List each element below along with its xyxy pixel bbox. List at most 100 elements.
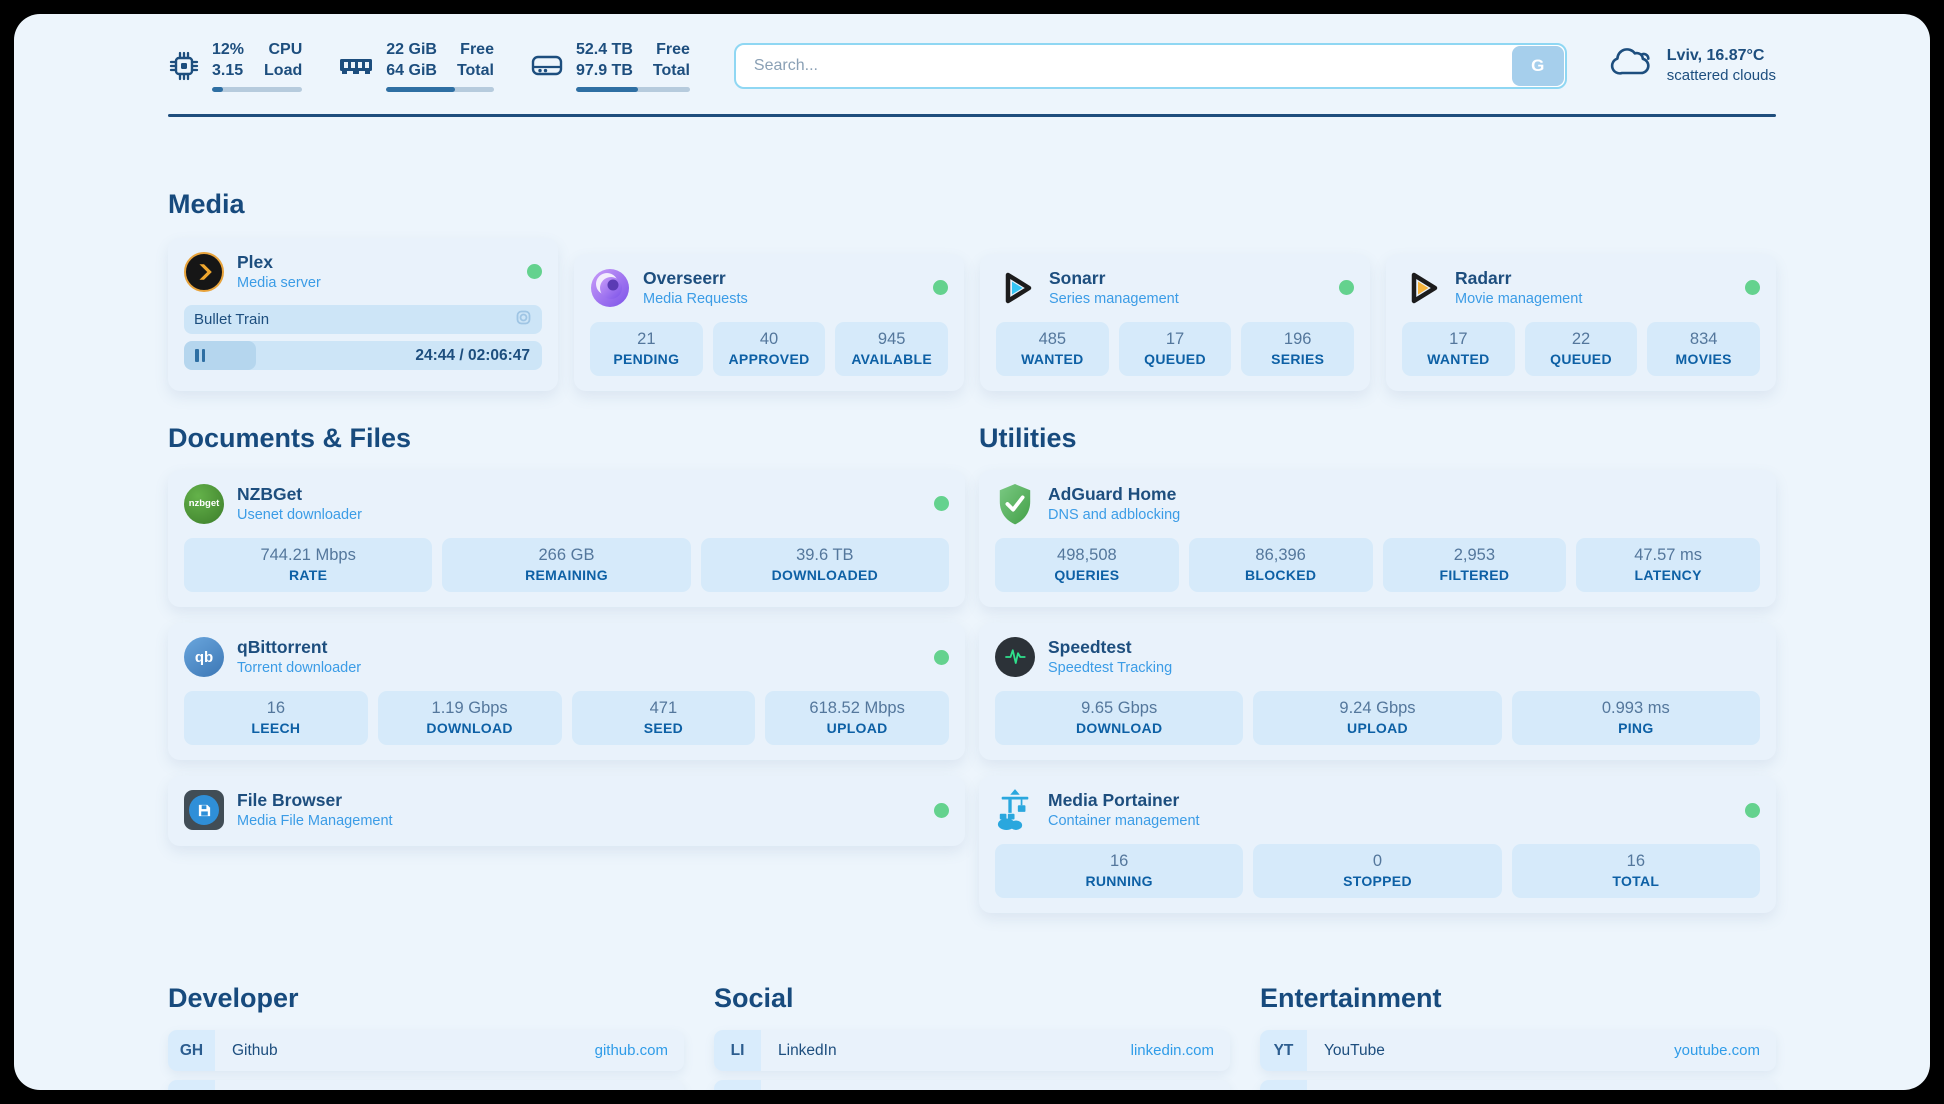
stat-box: 618.52 Mbps UPLOAD <box>765 691 949 745</box>
disk-free-value: 52.4 TB <box>576 40 633 61</box>
stat-label: BLOCKED <box>1191 567 1371 583</box>
top-bar: 12% 3.15 CPU Load <box>168 14 1776 92</box>
service-title: qBittorrent <box>237 636 361 659</box>
sonarr-icon <box>996 268 1036 308</box>
link-name: LinkedIn <box>778 1042 837 1060</box>
entertainment-column: Entertainment YT YouTube youtube.com NF … <box>1260 913 1776 1090</box>
stat-label: AVAILABLE <box>837 351 946 367</box>
bookmarks-grid: Developer GH Github github.com SO StackO… <box>168 913 1776 1090</box>
disk-total-label: Total <box>653 61 690 82</box>
service-card-sonarr[interactable]: Sonarr Series management 485 WANTED 17 Q… <box>980 254 1370 391</box>
memory-free-value: 22 GiB <box>386 40 437 61</box>
playback-progress-bar: 24:44 / 02:06:47 <box>184 341 542 370</box>
status-dot <box>1339 280 1354 295</box>
stat-value: 498,508 <box>997 546 1177 565</box>
memory-usage-progress <box>386 87 494 92</box>
cpu-label: CPU <box>268 40 302 61</box>
hardware-widgets: 12% 3.15 CPU Load <box>168 40 690 92</box>
link-row-netflix[interactable]: NF Netflix netflix.com <box>1260 1080 1776 1090</box>
dashboard-page: 12% 3.15 CPU Load <box>14 14 1930 1090</box>
stat-value: 40 <box>715 330 824 349</box>
service-card-qbittorrent[interactable]: qb qBittorrent Torrent downloader 16 LEE… <box>168 623 965 760</box>
stat-label: UPLOAD <box>1255 720 1499 736</box>
stat-label: QUEUED <box>1527 351 1636 367</box>
search-submit-button[interactable]: G <box>1512 46 1564 86</box>
stat-box: 9.24 Gbps UPLOAD <box>1253 691 1501 745</box>
adguard-icon <box>995 484 1035 524</box>
stat-box: 16 LEECH <box>184 691 368 745</box>
stat-box: 17 QUEUED <box>1119 322 1232 376</box>
stat-label: WANTED <box>998 351 1107 367</box>
weather-location: Lviv, 16.87°C <box>1667 45 1776 67</box>
stat-box: 40 APPROVED <box>713 322 826 376</box>
stat-value: 0 <box>1255 852 1499 871</box>
service-title: NZBGet <box>237 483 362 506</box>
link-row-linkedin[interactable]: LI LinkedIn linkedin.com <box>714 1030 1230 1071</box>
link-row-github[interactable]: GH Github github.com <box>168 1030 684 1071</box>
link-badge: GH <box>168 1030 215 1071</box>
stat-label: DOWNLOAD <box>380 720 560 736</box>
section-title-developer: Developer <box>168 983 684 1014</box>
service-card-filebrowser[interactable]: File Browser Media File Management <box>168 776 965 846</box>
section-title-media: Media <box>168 189 1776 220</box>
service-title: Media Portainer <box>1048 789 1200 812</box>
stat-box: 16 TOTAL <box>1512 844 1760 898</box>
stat-box: 47.57 ms LATENCY <box>1576 538 1760 592</box>
now-playing-title: Bullet Train <box>194 311 269 328</box>
stat-value: 2,953 <box>1385 546 1565 565</box>
service-subtitle: Media File Management <box>237 812 393 831</box>
status-dot <box>527 264 542 279</box>
search-bar: G <box>734 43 1567 89</box>
memory-total-value: 64 GiB <box>386 61 437 82</box>
service-title: Plex <box>237 251 321 274</box>
link-row-stackoverflow[interactable]: SO StackOverflow stackoverflow.com <box>168 1080 684 1090</box>
service-title: Sonarr <box>1049 267 1179 290</box>
stat-label: MOVIES <box>1649 351 1758 367</box>
stat-value: 266 GB <box>444 546 688 565</box>
disk-usage-progress <box>576 87 690 92</box>
search-input[interactable] <box>734 43 1567 89</box>
service-card-nzbget[interactable]: nzbget NZBGet Usenet downloader 744.21 M… <box>168 470 965 607</box>
stat-value: 39.6 TB <box>703 546 947 565</box>
utilities-column: Utilities AdGuard Home <box>979 391 1776 914</box>
service-card-portainer[interactable]: Media Portainer Container management 16 … <box>979 776 1776 913</box>
service-title: AdGuard Home <box>1048 483 1180 506</box>
stat-value: 16 <box>186 699 366 718</box>
service-card-radarr[interactable]: Radarr Movie management 17 WANTED 22 QUE… <box>1386 254 1776 391</box>
link-badge: LI <box>714 1030 761 1071</box>
service-title: Overseerr <box>643 267 748 290</box>
section-title-social: Social <box>714 983 1230 1014</box>
link-row-youtube[interactable]: YT YouTube youtube.com <box>1260 1030 1776 1071</box>
weather-condition: scattered clouds <box>1667 66 1776 86</box>
stat-value: 17 <box>1121 330 1230 349</box>
service-subtitle: Series management <box>1049 290 1179 309</box>
stat-label: DOWNLOADED <box>703 567 947 583</box>
link-row-twitter[interactable]: TW Twitter twitter.com <box>714 1080 1230 1090</box>
service-card-plex[interactable]: Plex Media server Bullet Train 24:4 <box>168 238 558 391</box>
section-title-entertainment: Entertainment <box>1260 983 1776 1014</box>
service-title: File Browser <box>237 789 393 812</box>
stat-value: 17 <box>1404 330 1513 349</box>
session-settings-icon[interactable] <box>515 309 532 330</box>
stat-value: 471 <box>574 699 754 718</box>
link-url: github.com <box>595 1042 668 1059</box>
link-url: youtube.com <box>1674 1042 1760 1059</box>
stat-label: SERIES <box>1243 351 1352 367</box>
stat-box: 9.65 Gbps DOWNLOAD <box>995 691 1243 745</box>
stat-value: 485 <box>998 330 1107 349</box>
stat-box: 945 AVAILABLE <box>835 322 948 376</box>
stat-label: FILTERED <box>1385 567 1565 583</box>
service-card-adguard[interactable]: AdGuard Home DNS and adblocking 498,508 … <box>979 470 1776 607</box>
service-subtitle: Container management <box>1048 812 1200 831</box>
stat-label: STOPPED <box>1255 873 1499 889</box>
service-subtitle: Speedtest Tracking <box>1048 659 1172 678</box>
cpu-widget: 12% 3.15 CPU Load <box>168 40 302 92</box>
stat-label: TOTAL <box>1514 873 1758 889</box>
section-title-utilities: Utilities <box>979 423 1776 454</box>
service-card-overseerr[interactable]: Overseerr Media Requests 21 PENDING 40 A… <box>574 254 964 391</box>
developer-column: Developer GH Github github.com SO StackO… <box>168 913 684 1090</box>
link-badge: TW <box>714 1080 761 1090</box>
stat-label: PENDING <box>592 351 701 367</box>
stat-box: 0 STOPPED <box>1253 844 1501 898</box>
service-card-speedtest[interactable]: Speedtest Speedtest Tracking 9.65 Gbps D… <box>979 623 1776 760</box>
